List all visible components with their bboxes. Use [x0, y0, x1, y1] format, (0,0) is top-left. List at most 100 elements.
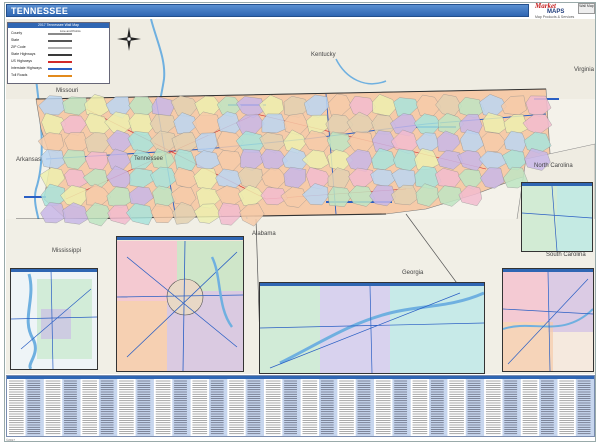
county-shape: [436, 130, 461, 152]
county-shape: [327, 186, 352, 207]
inset-map-memphis[interactable]: [10, 268, 98, 370]
inset-header: [117, 237, 243, 240]
county-shape: [436, 149, 463, 170]
county-shape: [40, 202, 67, 224]
county-shape: [84, 94, 110, 117]
county-shape: [437, 185, 464, 207]
legend-label: County: [11, 31, 23, 35]
county-shape: [40, 149, 66, 170]
map-legend: 2017 Tennessee Wall Map Line and Points …: [7, 22, 110, 84]
county-shape: [480, 167, 505, 189]
county-shape: [478, 150, 508, 170]
state-label-georgia: Georgia: [402, 270, 424, 276]
legend-label: State Highways: [11, 52, 36, 56]
inset-header: [11, 269, 97, 272]
county-shape: [370, 168, 396, 188]
legend-swatch: [48, 61, 72, 63]
state-label-south-carolina: South Carolina: [546, 252, 586, 258]
county-shape: [194, 132, 218, 153]
title-bar: TENNESSEE: [6, 4, 529, 17]
county-shape: [129, 167, 155, 188]
inset-canvas: [11, 269, 97, 369]
legend-label: Interstate Highways: [11, 66, 42, 70]
index-column: [45, 379, 81, 436]
inset-map-knoxville[interactable]: [502, 268, 594, 372]
county-shape: [217, 202, 242, 226]
inset-map-chattanooga[interactable]: [259, 282, 485, 374]
county-shape: [215, 168, 244, 189]
county-shape: [501, 149, 526, 171]
county-shape: [170, 95, 199, 117]
county-shape: [305, 114, 329, 135]
county-shape: [63, 132, 89, 153]
inset-header: [260, 283, 484, 286]
county-shape: [106, 165, 132, 189]
county-shape: [525, 95, 552, 117]
index-column: [485, 379, 521, 436]
county-shape: [192, 111, 221, 136]
county-shape: [150, 203, 176, 224]
legend-swatch: [48, 54, 72, 56]
index-column: [192, 379, 228, 436]
county-shape: [62, 202, 89, 225]
county-shape: [390, 184, 420, 206]
county-shape: [107, 148, 131, 171]
county-shape: [151, 96, 175, 117]
state-label-tennessee: Tennessee: [134, 156, 164, 162]
copyright-footnote: ©2017: [6, 438, 15, 442]
county-shape: [348, 167, 375, 188]
inset-map-tri-cities[interactable]: [521, 182, 593, 252]
legend-label: Toll Roads: [11, 73, 28, 77]
county-shape: [327, 167, 351, 190]
legend-label: State: [11, 38, 20, 42]
county-shape: [301, 149, 330, 169]
county-shape: [84, 151, 109, 171]
county-shape: [38, 95, 67, 116]
index-column: [155, 379, 191, 436]
legend-swatch: [48, 75, 72, 77]
county-shape: [457, 150, 484, 172]
state-label-kentucky: Kentucky: [311, 52, 336, 58]
county-shape: [85, 202, 112, 227]
inset-canvas: [117, 240, 243, 371]
county-shape: [459, 129, 485, 153]
index-column: [522, 379, 558, 436]
wall-map-badge: Wall Map: [578, 3, 595, 14]
state-label-north-carolina: North Carolina: [534, 163, 573, 169]
state-label-arkansas: Arkansas: [16, 157, 42, 163]
county-shape: [85, 183, 112, 206]
county-shape: [303, 94, 330, 118]
county-shape: [240, 148, 265, 171]
county-shape: [415, 183, 439, 207]
legend-swatch: [48, 33, 72, 35]
inset-map-nashville[interactable]: [116, 236, 244, 372]
index-column: [412, 379, 448, 436]
county-shape: [128, 186, 154, 206]
county-shape: [434, 167, 461, 188]
county-shape: [280, 186, 308, 208]
county-shape: [172, 201, 198, 225]
county-shape: [217, 149, 243, 173]
index-column: [559, 379, 594, 436]
county-shape: [39, 167, 66, 188]
county-shape: [371, 147, 397, 171]
inset-canvas: [522, 185, 592, 251]
state-label-mississippi: Mississippi: [52, 248, 82, 254]
county-shape: [193, 203, 222, 224]
legend-swatch: [48, 47, 72, 49]
inset-canvas: [260, 285, 484, 373]
county-shape: [327, 93, 353, 117]
county-shape: [481, 131, 507, 153]
county-shape: [193, 167, 219, 191]
index-column: [9, 379, 44, 436]
legend-heading: 2017 Tennessee Wall Map: [8, 23, 109, 28]
county-shape: [302, 183, 329, 206]
county-shape: [261, 113, 288, 134]
county-shape: [261, 167, 288, 190]
county-shape: [128, 96, 156, 116]
index-columns: [9, 379, 594, 436]
county-shape: [347, 131, 374, 153]
index-column: [375, 379, 411, 436]
county-shape: [522, 114, 553, 135]
county-shape: [458, 184, 483, 207]
